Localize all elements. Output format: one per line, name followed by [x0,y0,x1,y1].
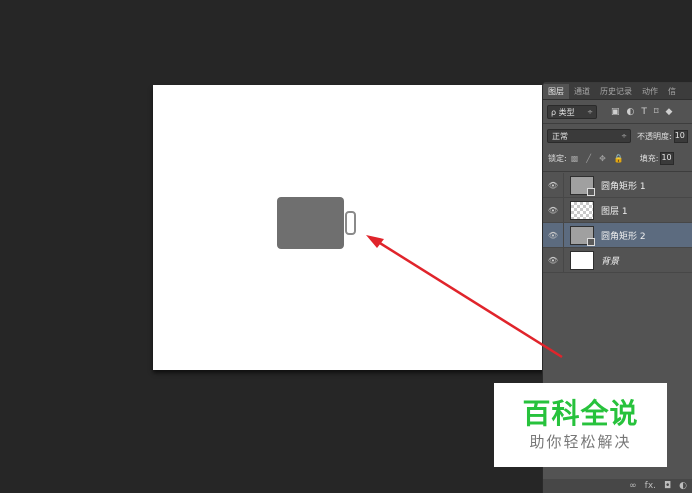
layer-thumbnail [570,200,594,220]
panel-bottom-bar: ∞ fx. ◘ ◐ [543,479,692,493]
tab-channels[interactable]: 通道 [569,84,595,99]
add-mask-icon[interactable]: ◘ [664,481,671,491]
lock-icons: ▩ ╱ ✥ 🔒 [571,154,624,163]
document-canvas[interactable] [153,85,545,370]
lock-pixels-icon[interactable]: ╱ [586,154,591,163]
link-layers-icon[interactable]: ∞ [629,481,637,491]
layer-filter-select[interactable]: ρ 类型 ÷ [547,105,597,119]
panel-tabs: 图层 通道 历史记录 动作 信 [543,83,692,100]
visibility-eye-icon[interactable]: 👁 [543,206,563,215]
tab-history[interactable]: 历史记录 [595,84,637,99]
shape-filter-icon[interactable]: ⌑ [654,107,659,117]
lock-row: 锁定: ▩ ╱ ✥ 🔒 填充: 10 [543,149,692,167]
layer-name: 圆角矩形 1 [601,181,646,192]
tab-actions[interactable]: 动作 [637,84,663,99]
watermark-subtitle: 助你轻松解决 [529,433,632,451]
blend-mode-select[interactable]: 正常 ÷ [547,129,631,143]
smart-object-filter-icon[interactable]: ◆ [666,107,673,117]
watermark-logo: 百科全说 助你轻松解决 [494,383,667,467]
blend-row: 正常 ÷ 不透明度: 10 [543,127,692,145]
lock-transparent-icon[interactable]: ▩ [571,154,579,163]
filter-row: ρ 类型 ÷ ▣ ◐ T ⌑ ◆ [543,103,692,121]
fill-input[interactable]: 10 [660,151,675,165]
layer-thumbnail [570,250,594,270]
lock-position-icon[interactable]: ✥ [599,154,606,163]
visibility-eye-icon[interactable]: 👁 [543,181,563,190]
filter-icons: ▣ ◐ T ⌑ ◆ [611,107,672,117]
visibility-eye-icon[interactable]: 👁 [543,231,563,240]
layer-row[interactable]: 👁 图层 1 [543,197,692,223]
text-filter-icon[interactable]: T [641,107,647,117]
layer-name: 背景 [601,256,620,267]
handle-shape[interactable] [345,211,356,235]
tab-layers[interactable]: 图层 [543,84,569,99]
layer-style-icon[interactable]: fx. [645,481,656,491]
layer-row[interactable]: 👁 圆角矩形 1 [543,172,692,198]
filter-label: ρ 类型 [551,107,575,117]
layer-row[interactable]: 👁 背景 [543,247,692,273]
adjustment-filter-icon[interactable]: ◐ [627,107,635,117]
adjustment-layer-icon[interactable]: ◐ [679,481,687,491]
lock-label: 锁定: [548,153,567,163]
pixel-filter-icon[interactable]: ▣ [611,107,620,117]
fill-label: 填充: [639,153,659,163]
watermark-title: 百科全说 [522,397,639,430]
tab-info[interactable]: 信 [663,84,681,99]
select-arrow-icon: ÷ [621,132,627,140]
layer-thumbnail [570,175,595,196]
layer-name: 圆角矩形 2 [601,231,646,242]
rounded-rectangle-shape[interactable] [277,197,344,249]
layer-name: 图层 1 [601,206,628,217]
visibility-eye-icon[interactable]: 👁 [543,256,563,265]
opacity-label: 不透明度: [637,131,672,141]
blend-mode-value: 正常 [552,131,568,141]
select-arrow-icon: ÷ [587,108,593,116]
opacity-input[interactable]: 10 [673,129,688,143]
layer-row-selected[interactable]: 👁 圆角矩形 2 [543,222,692,248]
lock-all-icon[interactable]: 🔒 [614,154,624,163]
layer-thumbnail [570,225,595,246]
